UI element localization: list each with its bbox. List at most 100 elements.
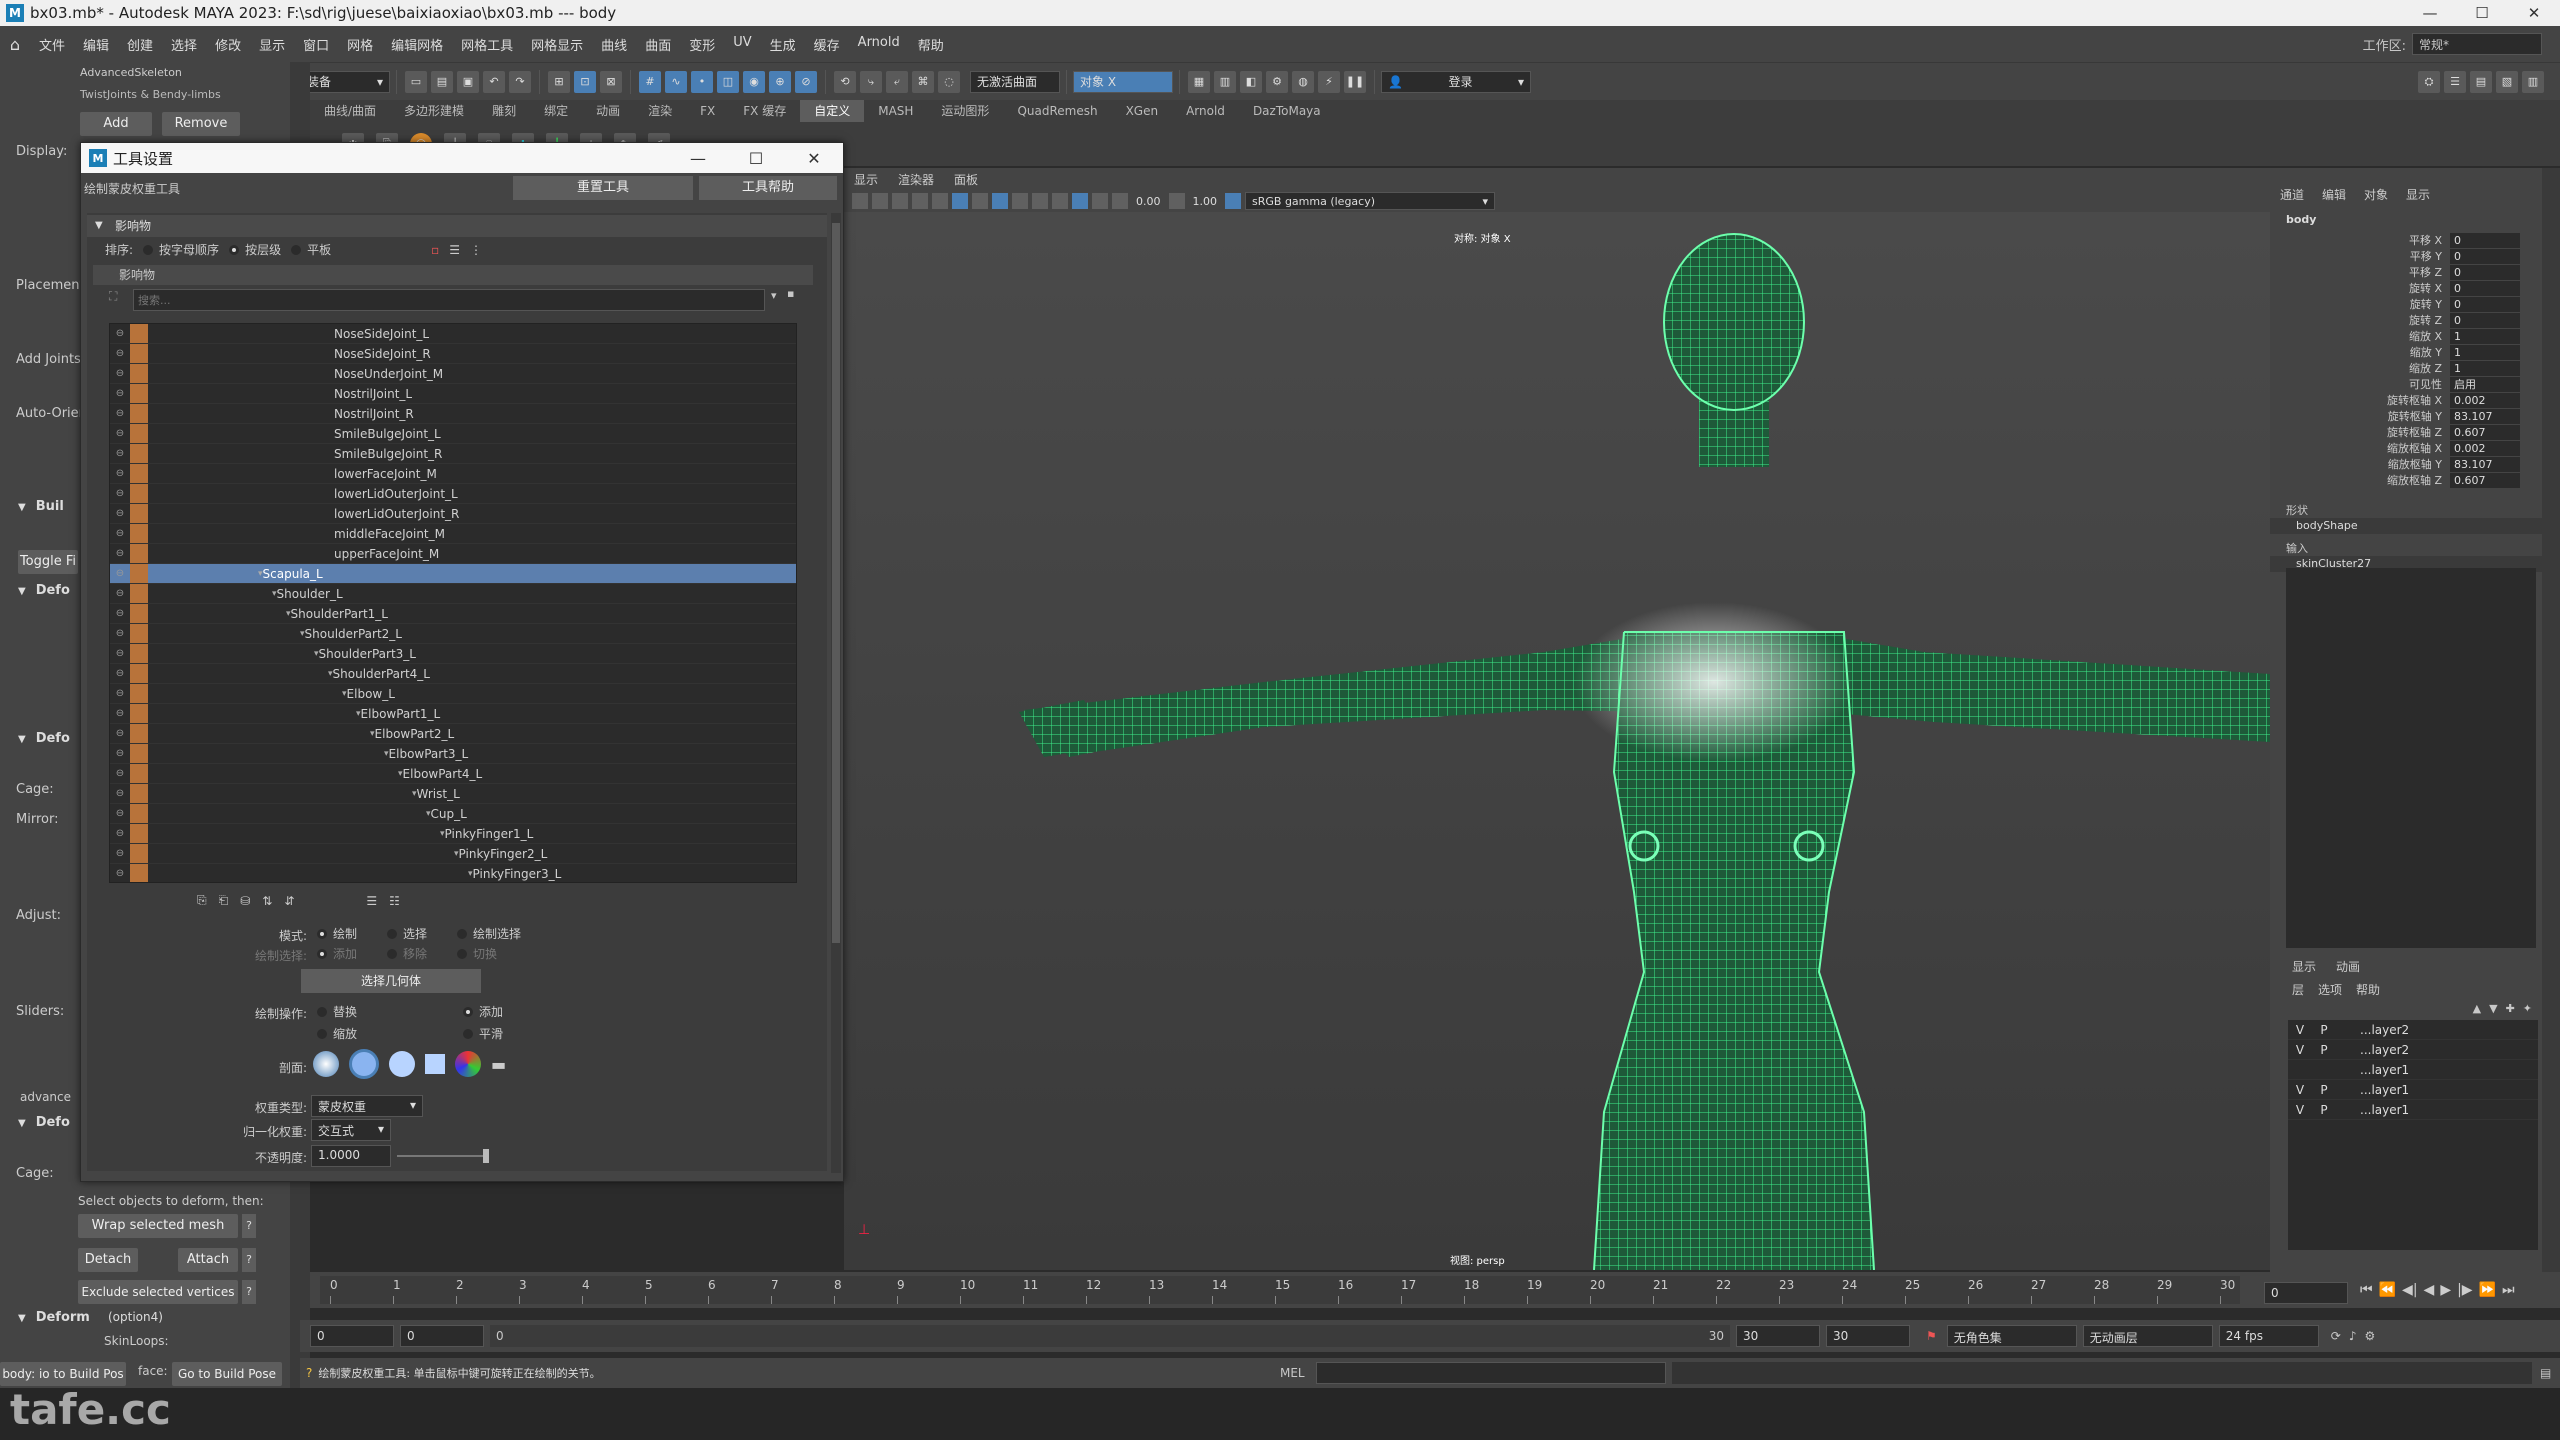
layer-name[interactable]: ...layer2	[2360, 1043, 2409, 1057]
new-scene-icon[interactable]: ▭	[405, 70, 427, 93]
attach-button[interactable]: Attach	[178, 1248, 238, 1272]
influence-row[interactable]: ⊖ ▾ Shoulder_L	[110, 584, 796, 604]
channel-object-name[interactable]: body	[2270, 213, 2542, 226]
lock-icon[interactable]: ⊖	[110, 425, 130, 443]
lock-icon[interactable]: ⊖	[110, 505, 130, 523]
influence-row[interactable]: ⊖ ▾ ElbowPart2_L	[110, 724, 796, 744]
viewport-menu-item[interactable]: 显示	[844, 171, 888, 188]
lights-icon[interactable]	[1012, 193, 1028, 209]
weight-type-dropdown[interactable]: 蒙皮权重 ▾	[311, 1095, 423, 1117]
hypershade-icon[interactable]: ◍	[1292, 70, 1314, 93]
hold-icon[interactable]: ☰	[366, 894, 377, 908]
remove-twist-button[interactable]: Remove	[162, 112, 240, 136]
shelf-tab[interactable]: 曲线/曲面	[310, 100, 390, 122]
layer-menu-item[interactable]: 帮助	[2356, 981, 2380, 998]
influence-row[interactable]: ⊖ SmileBulgeJoint_L	[110, 424, 796, 444]
menu-item[interactable]: UV	[724, 35, 760, 54]
attribute-value[interactable]: 0	[2450, 232, 2520, 248]
menu-set-dropdown[interactable]: 装备 ▾	[300, 70, 390, 93]
lock-icon[interactable]: ⊖	[110, 625, 130, 643]
influence-row[interactable]: ⊖ NostrilJoint_R	[110, 404, 796, 424]
menu-item[interactable]: 编辑网格	[382, 35, 452, 54]
influence-row[interactable]: ⊖ ▾ ShoulderPart1_L	[110, 604, 796, 624]
wireframe-on-shaded-icon[interactable]	[952, 193, 968, 209]
influences-frame[interactable]: 影响物	[87, 215, 827, 237]
viewport-persp[interactable]: 对称: 对象 X ⊥ 视图: persp	[844, 212, 2270, 1270]
tool-settings-icon[interactable]: ▧	[2496, 70, 2518, 93]
channel-box-tab[interactable]: 对象	[2364, 186, 2388, 203]
lock-icon[interactable]: ⊖	[110, 685, 130, 703]
time-slider[interactable]: 0 1 2 3 4 5 6 7 8 9 10 11 12 13 14 15 16 17 18 19 20 21 22 23 24…	[310, 1272, 2560, 1308]
snap-point-icon[interactable]: •	[691, 70, 713, 93]
detach-button[interactable]: Detach	[78, 1248, 138, 1272]
undo-icon[interactable]: ↶	[483, 70, 505, 93]
build-section[interactable]: Buil	[18, 496, 64, 518]
range-bar[interactable]: 0 30	[490, 1325, 1730, 1347]
view-transform-dropdown[interactable]: sRGB gamma (legacy) ▾	[1245, 192, 1495, 210]
help-icon[interactable]: ?	[242, 1248, 256, 1272]
influence-row[interactable]: ⊖ ▾ ElbowPart1_L	[110, 704, 796, 724]
influence-search-input[interactable]	[133, 289, 765, 311]
color-management-icon[interactable]	[1225, 193, 1241, 209]
channel-attribute[interactable]: 缩放枢轴 Z 0.607	[2270, 472, 2542, 488]
copy-weights-icon[interactable]: ⎘	[197, 893, 207, 908]
deform-section-2[interactable]: Defo	[18, 728, 70, 750]
influence-row[interactable]: ⊖ ▾ Elbow_L	[110, 684, 796, 704]
ps-add-radio[interactable]	[317, 948, 327, 959]
influence-row[interactable]: ⊖ NoseUnderJoint_M	[110, 364, 796, 384]
anim-layer-dropdown[interactable]: 无动画层	[2082, 1325, 2213, 1347]
lock-icon[interactable]: ⊖	[110, 845, 130, 863]
shelf-tab[interactable]: XGen	[1112, 100, 1173, 122]
input-ops-icon[interactable]: ⤷	[860, 70, 882, 93]
render-settings-icon[interactable]: ⚙	[1266, 70, 1288, 93]
render-seq-icon[interactable]: ▥	[1214, 70, 1236, 93]
ao-icon[interactable]	[1052, 193, 1068, 209]
new-layer-selected-icon[interactable]: ✦	[2523, 1002, 2532, 1015]
layer-visibility-toggle[interactable]: V	[2288, 1043, 2312, 1057]
shape-node[interactable]: bodyShape	[2270, 518, 2542, 534]
lock-icon[interactable]: ⊖	[110, 405, 130, 423]
channel-box-tab[interactable]: 编辑	[2322, 186, 2346, 203]
menu-item[interactable]: 缓存	[805, 35, 849, 54]
maximize-button[interactable]: ☐	[2456, 0, 2508, 26]
grid-icon[interactable]	[872, 193, 888, 209]
influence-row[interactable]: ⊖ ▾ ElbowPart4_L	[110, 764, 796, 784]
attribute-value[interactable]: 83.107	[2450, 456, 2520, 472]
ts-maximize-button[interactable]: ☐	[727, 149, 785, 168]
layer-name[interactable]: ...layer1	[2360, 1063, 2409, 1077]
influence-row[interactable]: ⊖ ▾ Scapula_L	[110, 564, 796, 584]
arnold-render-icon[interactable]: ⚡	[1318, 70, 1340, 93]
op-replace-radio[interactable]	[317, 1006, 327, 1017]
auto-key-icon[interactable]: ⚑	[1926, 1329, 1937, 1343]
go-end-icon[interactable]: ⏭	[2502, 1282, 2515, 1298]
lock-icon[interactable]: ⊖	[110, 365, 130, 383]
layer-row[interactable]: V P ...layer2	[2288, 1020, 2538, 1040]
exposure-icon[interactable]	[1112, 193, 1128, 209]
opacity-slider[interactable]	[397, 1155, 487, 1157]
character-body[interactable]	[1019, 233, 2270, 1270]
mode-paint-select-radio[interactable]	[457, 928, 468, 939]
sort-alpha-radio[interactable]	[143, 244, 154, 255]
influence-row[interactable]: ⊖ ▾ ShoulderPart2_L	[110, 624, 796, 644]
save-scene-icon[interactable]: ▣	[457, 70, 479, 93]
influence-row[interactable]: ⊖ ▾ ShoulderPart3_L	[110, 644, 796, 664]
anim-start-field[interactable]: 0	[310, 1325, 394, 1347]
tool-help-button[interactable]: 工具帮助	[699, 176, 837, 200]
ps-toggle-radio[interactable]	[457, 948, 468, 959]
lock-icon[interactable]: ⊖	[110, 805, 130, 823]
shelf-tab[interactable]: 雕刻	[478, 100, 530, 122]
character-set-dropdown[interactable]: 无角色集	[1946, 1325, 2077, 1347]
smooth-shade-icon[interactable]	[912, 193, 928, 209]
lock-icon[interactable]: ⊖	[110, 385, 130, 403]
menu-item[interactable]: 创建	[118, 35, 162, 54]
script-language-label[interactable]: MEL	[1280, 1366, 1305, 1380]
select-object-icon[interactable]: ⊡	[574, 70, 596, 93]
character-controls-icon[interactable]: ☰	[2444, 70, 2466, 93]
shelf-tab[interactable]: DazToMaya	[1239, 100, 1335, 122]
go-start-icon[interactable]: ⏮	[2360, 1282, 2373, 1298]
channel-attribute[interactable]: 缩放 X 1	[2270, 328, 2542, 344]
viewport-menu-item[interactable]: 渲染器	[888, 171, 944, 188]
face-build-pose-button[interactable]: Go to Build Pose	[172, 1362, 282, 1386]
influence-row[interactable]: ⊖ NostrilJoint_L	[110, 384, 796, 404]
influence-row[interactable]: ⊖ NoseSideJoint_R	[110, 344, 796, 364]
